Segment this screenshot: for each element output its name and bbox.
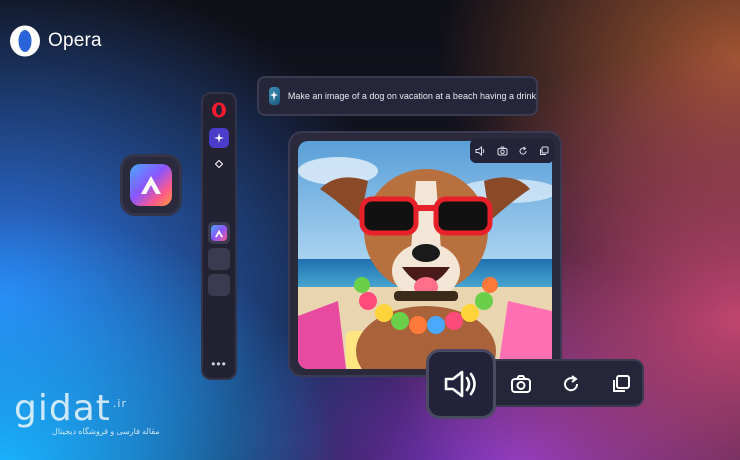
brand-name: Opera <box>48 30 102 51</box>
copy-icon[interactable] <box>539 146 549 156</box>
aria-icon <box>211 225 227 241</box>
generated-image-card <box>288 131 562 377</box>
sidebar-more-button[interactable]: ••• <box>211 358 227 370</box>
refresh-icon <box>564 375 579 392</box>
camera-icon <box>511 375 531 393</box>
sidebar-item-empty[interactable] <box>208 248 230 270</box>
sidebar-item-aria-active[interactable] <box>209 128 229 148</box>
sidebar: ••• <box>201 92 237 380</box>
opera-logo-icon <box>10 25 40 57</box>
large-toolbar <box>426 349 644 419</box>
aria-icon <box>130 164 172 206</box>
diamond-icon <box>215 160 223 168</box>
watermark: gidat .ir مقاله فارسی و فروشگاه دیجیتال <box>14 384 160 437</box>
speaker-button[interactable] <box>426 349 496 419</box>
speaker-icon[interactable] <box>475 146 486 156</box>
camera-icon[interactable] <box>497 146 508 156</box>
copy-icon <box>613 375 630 392</box>
sidebar-item-empty[interactable] <box>208 274 230 296</box>
prompt-text: Make an image of a dog on vacation at a … <box>287 91 536 101</box>
refresh-button[interactable] <box>558 371 584 397</box>
prompt-bar[interactable]: Make an image of a dog on vacation at a … <box>257 76 538 116</box>
sparkle-icon <box>214 133 224 143</box>
aria-app-tile[interactable] <box>123 157 179 213</box>
watermark-subtitle: مقاله فارسی و فروشگاه دیجیتال <box>52 427 160 436</box>
camera-button[interactable] <box>508 371 534 397</box>
image-generation-icon <box>269 87 280 105</box>
watermark-main: gidat <box>14 388 111 429</box>
speaker-icon <box>444 370 476 398</box>
sidebar-item-diamond[interactable] <box>213 158 225 170</box>
generated-image[interactable] <box>298 141 552 369</box>
mini-toolbar <box>470 139 554 163</box>
sidebar-item-aria[interactable] <box>208 222 230 244</box>
copy-button[interactable] <box>608 371 634 397</box>
opera-logo-icon[interactable] <box>211 102 227 118</box>
watermark-tld: .ir <box>112 397 127 410</box>
opera-brand: Opera <box>8 24 102 58</box>
refresh-icon[interactable] <box>518 146 528 156</box>
